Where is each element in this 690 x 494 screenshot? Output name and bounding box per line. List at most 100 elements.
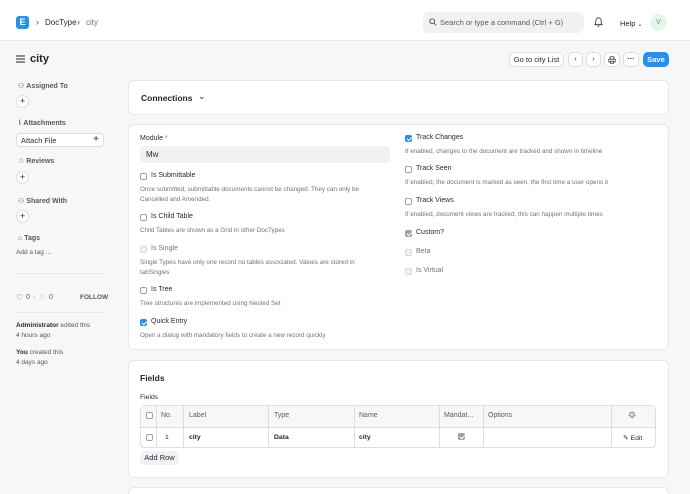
heart-icon[interactable]: ♡ [16, 293, 23, 302]
row-name[interactable]: city [359, 434, 371, 441]
is-tree-desc: Tree structures are implemented using Ne… [140, 300, 281, 307]
col-divider [611, 405, 612, 448]
is-single-desc: Single Types have only one record no tab… [140, 259, 355, 266]
divider [16, 273, 104, 274]
beta-label: Beta [416, 248, 431, 255]
search-placeholder: Search or type a command (Ctrl + G) [440, 18, 564, 27]
chevron-down-icon: ⌄ [637, 22, 643, 28]
attachments-label: ⌇ Attachments [18, 120, 66, 127]
is-submittable-desc: Once submitted, submittable documents ca… [140, 186, 360, 193]
row-type[interactable]: Data [274, 434, 289, 441]
comments-count: 0 [49, 294, 53, 301]
beta-checkbox[interactable] [405, 249, 412, 256]
fields-title: Fields [140, 373, 165, 383]
user-icon: ⚇ [18, 83, 25, 90]
connections-title[interactable]: Connections [141, 93, 192, 103]
row-divider [140, 427, 656, 428]
row-edit-button[interactable]: ✎ Edit [623, 434, 642, 442]
row-no: 1 [165, 434, 169, 441]
chevron-left-icon: ‹ [574, 54, 577, 63]
save-button[interactable]: Save [643, 52, 669, 67]
add-assignment-button[interactable]: + [16, 95, 29, 108]
chevron-right-icon: › [77, 17, 80, 27]
module-input[interactable]: Mw [140, 146, 390, 163]
track-views-label: Track Views [416, 197, 454, 204]
star-icon: ☆ [18, 158, 25, 165]
help-label: Help [620, 19, 636, 28]
attach-file-label: Attach File [21, 136, 57, 145]
is-submittable-checkbox[interactable] [140, 173, 147, 180]
chevron-down-icon[interactable]: ⌄ [198, 91, 206, 102]
track-views-checkbox[interactable] [405, 198, 412, 205]
assigned-to-label: ⚇ Assigned To [18, 83, 68, 90]
track-seen-label: Track Seen [416, 165, 452, 172]
divider [16, 312, 104, 313]
previous-button[interactable]: ‹ [568, 52, 583, 67]
column-header-options: Options [488, 412, 513, 419]
breadcrumb-doctype[interactable]: DocType [45, 18, 77, 27]
page-title: city [30, 53, 49, 65]
next-section-card [128, 487, 669, 494]
is-single-checkbox[interactable] [140, 246, 147, 253]
comment-icon[interactable]: ◌ [40, 292, 45, 301]
add-share-button[interactable]: + [16, 210, 29, 223]
go-to-list-button[interactable]: Go to city List [509, 52, 564, 67]
search-icon [429, 18, 437, 26]
col-divider [183, 405, 184, 448]
track-changes-checkbox[interactable] [405, 135, 412, 142]
bell-icon[interactable] [594, 17, 603, 27]
tag-icon: ⌂ [18, 235, 23, 242]
row-label[interactable]: city [189, 434, 201, 441]
row-mandatory-checkbox[interactable] [458, 433, 465, 440]
column-header-type: Type [274, 412, 290, 419]
is-virtual-checkbox[interactable] [405, 268, 412, 275]
shared-with-label: ⚇ Shared With [18, 198, 68, 205]
navbar: E › DocType › city Search or type a comm… [0, 0, 690, 41]
add-row-button[interactable]: Add Row [140, 451, 179, 465]
module-value: Mw [146, 150, 159, 159]
is-submittable-label: Is Submittable [151, 172, 196, 179]
search-bar[interactable]: Search or type a command (Ctrl + G) [423, 12, 584, 33]
menu-icon[interactable] [16, 55, 25, 63]
custom-label: Custom? [416, 229, 445, 236]
track-seen-desc: If enabled, the document is marked as se… [405, 179, 609, 186]
track-changes-desc: If enabled, changes to the document are … [405, 148, 603, 155]
users-icon: ⚇ [18, 198, 25, 205]
help-dropdown[interactable]: Help ⌄ [620, 19, 643, 28]
is-tree-checkbox[interactable] [140, 287, 147, 294]
add-tag-link[interactable]: Add a tag ... [16, 249, 51, 256]
app-logo[interactable]: E [16, 16, 29, 29]
is-virtual-label: Is Virtual [416, 267, 444, 274]
print-button[interactable] [604, 52, 620, 67]
avatar[interactable]: V [650, 14, 667, 31]
quick-entry-checkbox[interactable] [140, 319, 147, 326]
follow-button[interactable]: FOLLOW [80, 294, 108, 301]
track-seen-checkbox[interactable] [405, 166, 412, 173]
custom-checkbox[interactable] [405, 230, 412, 237]
add-review-button[interactable]: + [16, 171, 29, 184]
activity-time: 4 hours ago [16, 332, 51, 339]
attach-file-button[interactable]: Attach File + [16, 133, 104, 147]
activity-item: Administrator edited this [16, 322, 91, 329]
likes-count: 0 [26, 294, 30, 301]
breadcrumb-city[interactable]: city [86, 18, 98, 27]
more-button[interactable]: ··· [623, 52, 639, 67]
dash-separator: · [33, 294, 36, 301]
track-views-desc: If enabled, document views are tracked, … [405, 211, 603, 218]
reviews-label: ☆ Reviews [18, 158, 55, 165]
column-header-label: Label [189, 412, 207, 419]
is-child-table-desc: Child Tables are shown as a Grid in othe… [140, 227, 285, 234]
next-button[interactable]: › [586, 52, 601, 67]
pencil-icon: ✎ [623, 435, 629, 442]
is-tree-label: Is Tree [151, 286, 173, 293]
gear-icon[interactable]: ⚙ [628, 410, 636, 421]
is-child-table-checkbox[interactable] [140, 214, 147, 221]
tags-label: ⌂ Tags [18, 235, 41, 242]
column-header-no: No. [161, 412, 172, 419]
activity-item: You created this [16, 349, 64, 356]
row-checkbox[interactable] [146, 434, 153, 441]
select-all-checkbox[interactable] [146, 412, 153, 419]
col-divider [268, 405, 269, 448]
printer-icon [608, 56, 616, 64]
column-header-mandatory: Mandat... [444, 412, 474, 419]
